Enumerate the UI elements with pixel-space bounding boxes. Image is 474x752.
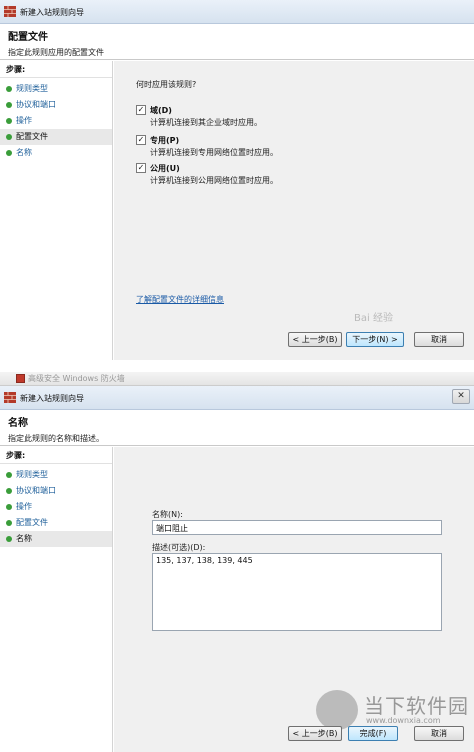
window-title: 新建入站规则向导 <box>20 8 84 17</box>
step-dot-icon <box>6 150 12 156</box>
page-subtitle: 指定此规则的名称和描述。 <box>8 434 104 443</box>
logo-url: www.downxia.com <box>366 716 441 725</box>
name-label: 名称(N): <box>152 510 183 519</box>
step-label: 规则类型 <box>16 470 48 479</box>
firewall-icon <box>16 374 25 383</box>
description-label: 描述(可选)(D): <box>152 543 206 552</box>
step-dot-icon <box>6 118 12 124</box>
public-checkbox[interactable]: ✓ <box>136 163 146 173</box>
step-name[interactable]: 名称 <box>0 531 112 547</box>
step-label: 协议和端口 <box>16 486 56 495</box>
page-title: 名称 <box>8 418 28 429</box>
baidu-watermark: Bai 经验 <box>354 313 393 324</box>
logo-icon <box>316 690 358 730</box>
next-button[interactable]: 下一步(N) > <box>346 332 404 347</box>
back-button[interactable]: < 上一步(B) <box>288 726 342 741</box>
step-dot-icon <box>6 134 12 140</box>
step-rule-type[interactable]: 规则类型 <box>0 467 112 483</box>
close-button[interactable]: ✕ <box>452 389 470 404</box>
step-label: 规则类型 <box>16 84 48 93</box>
step-name[interactable]: 名称 <box>0 145 112 161</box>
option-description: 计算机连接到专用网络位置时应用。 <box>150 148 278 157</box>
page-subtitle: 指定此规则应用的配置文件 <box>8 48 104 57</box>
step-action[interactable]: 操作 <box>0 113 112 129</box>
step-dot-icon <box>6 488 12 494</box>
cancel-button[interactable]: 取消 <box>414 726 464 741</box>
wizard-window-name: 高级安全 Windows 防火墙 新建入站规则向导 ✕ 名称 指定此规则的名称和… <box>0 372 474 752</box>
step-action[interactable]: 操作 <box>0 499 112 515</box>
step-profile[interactable]: 配置文件 <box>0 129 112 145</box>
cancel-button[interactable]: 取消 <box>414 332 464 347</box>
private-checkbox[interactable]: ✓ <box>136 135 146 145</box>
name-input[interactable]: 端口阻止 <box>152 520 442 535</box>
domain-checkbox[interactable]: ✓ <box>136 105 146 115</box>
steps-panel: 步骤: 规则类型 协议和端口 操作 配置文件 名称 <box>0 447 113 752</box>
step-dot-icon <box>6 102 12 108</box>
firewall-icon <box>4 6 16 17</box>
step-label: 协议和端口 <box>16 100 56 109</box>
step-label: 名称 <box>16 534 32 543</box>
button-bar: < 上一步(B) 完成(F) 取消 <box>288 726 464 742</box>
option-description: 计算机连接到公用网络位置时应用。 <box>150 176 278 185</box>
step-label: 操作 <box>16 502 32 511</box>
step-protocol-port[interactable]: 协议和端口 <box>0 483 112 499</box>
title-bar[interactable]: 新建入站规则向导 ✕ <box>0 386 474 410</box>
option-title: 公用(U) <box>150 164 180 173</box>
step-label: 配置文件 <box>16 132 48 141</box>
window-title: 新建入站规则向导 <box>20 394 84 403</box>
step-dot-icon <box>6 520 12 526</box>
steps-panel: 步骤: 规则类型 协议和端口 操作 配置文件 名称 <box>0 61 113 360</box>
site-watermark-logo: 当下软件园 www.downxia.com <box>316 690 469 730</box>
step-label: 配置文件 <box>16 518 48 527</box>
step-label: 操作 <box>16 116 32 125</box>
option-title: 域(D) <box>150 106 172 115</box>
taskbar-text: 高级安全 Windows 防火墙 <box>28 374 125 383</box>
description-textarea[interactable]: 135, 137, 138, 139, 445 <box>152 553 442 631</box>
logo-text: 当下软件园 <box>364 694 469 718</box>
taskbar-strip: 高级安全 Windows 防火墙 <box>0 372 474 386</box>
button-bar: < 上一步(B) 下一步(N) > 取消 <box>288 332 464 348</box>
option-description: 计算机连接到其企业域时应用。 <box>150 118 262 127</box>
page-title: 配置文件 <box>8 32 48 43</box>
step-dot-icon <box>6 472 12 478</box>
step-profile[interactable]: 配置文件 <box>0 515 112 531</box>
step-rule-type[interactable]: 规则类型 <box>0 81 112 97</box>
question-text: 何时应用该规则? <box>136 80 197 89</box>
learn-more-link[interactable]: 了解配置文件的详细信息 <box>136 294 224 305</box>
finish-button[interactable]: 完成(F) <box>348 726 398 741</box>
wizard-header: 名称 指定此规则的名称和描述。 <box>0 410 474 446</box>
step-dot-icon <box>6 504 12 510</box>
option-title: 专用(P) <box>150 136 180 145</box>
wizard-window-profile: 新建入站规则向导 配置文件 指定此规则应用的配置文件 步骤: 规则类型 协议和端… <box>0 0 474 360</box>
wizard-header: 配置文件 指定此规则应用的配置文件 <box>0 24 474 60</box>
firewall-icon <box>4 392 16 403</box>
back-button[interactable]: < 上一步(B) <box>288 332 342 347</box>
step-label: 名称 <box>16 148 32 157</box>
step-dot-icon <box>6 86 12 92</box>
content-panel: 何时应用该规则? ✓ 域(D) 计算机连接到其企业域时应用。 ✓ 专用(P) 计… <box>114 61 474 360</box>
steps-label: 步骤: <box>0 61 112 78</box>
steps-label: 步骤: <box>0 447 112 464</box>
step-dot-icon <box>6 536 12 542</box>
step-protocol-port[interactable]: 协议和端口 <box>0 97 112 113</box>
title-bar[interactable]: 新建入站规则向导 <box>0 0 474 24</box>
content-panel: 名称(N): 端口阻止 描述(可选)(D): 135, 137, 138, 13… <box>114 447 474 752</box>
